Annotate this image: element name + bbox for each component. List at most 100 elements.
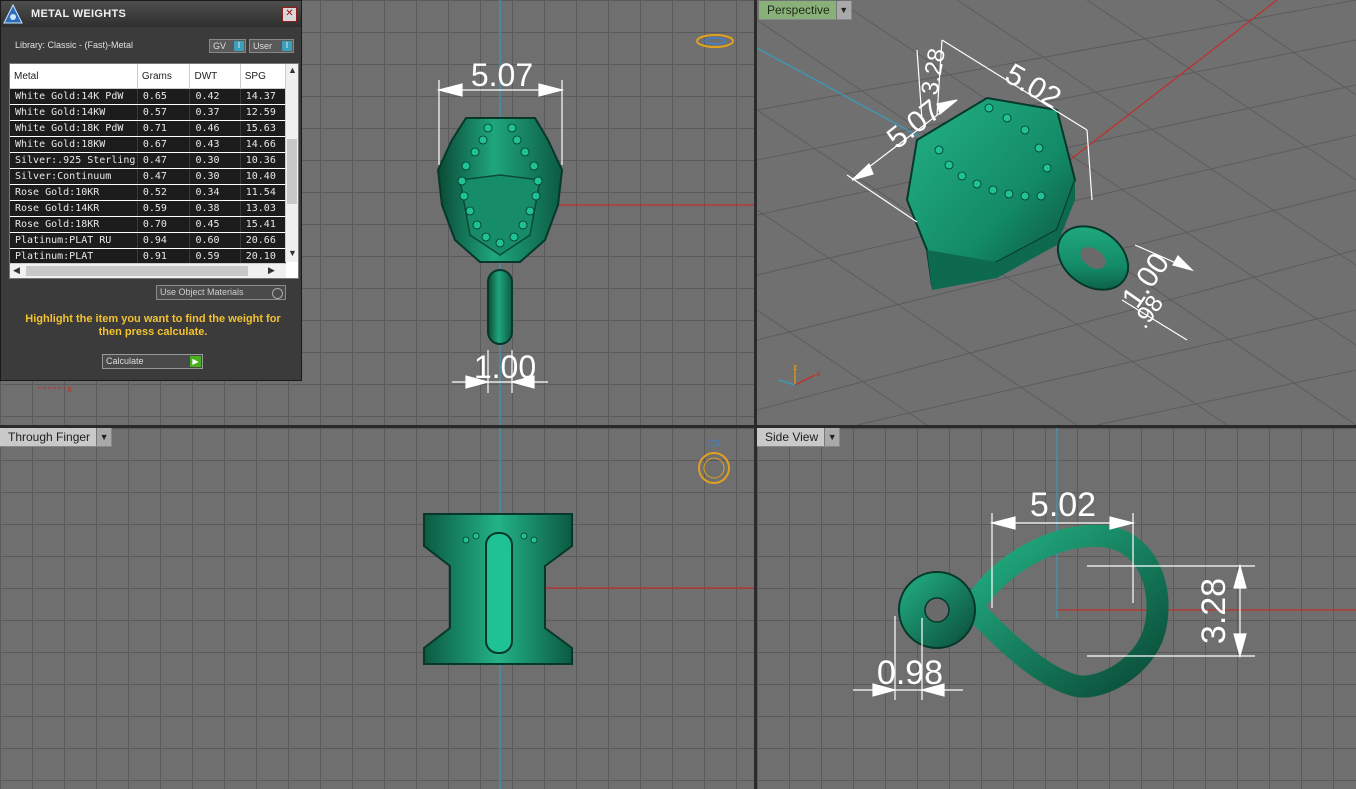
- cell-spg: 15.41: [240, 216, 287, 233]
- ring-gizmo-icon: [696, 34, 734, 48]
- table-row[interactable]: Platinum:PLAT RU 0.94 0.60 20.66: [10, 232, 287, 249]
- table-row[interactable]: Silver:.925 Sterling 0.47 0.30 10.36: [10, 152, 287, 169]
- cell-metal: Rose Gold:10KR: [10, 184, 138, 201]
- cell-grams: 0.94: [137, 232, 191, 249]
- perspective-canvas: 5.07 5.02 3.28 1.00 .98 z x: [757, 0, 1356, 425]
- chevron-down-icon[interactable]: ▼: [835, 1, 851, 19]
- play-icon: ▶: [190, 356, 201, 367]
- cell-spg: 10.36: [240, 152, 287, 169]
- scroll-down-icon[interactable]: ▼: [288, 248, 297, 258]
- gv-label: GV: [213, 41, 227, 51]
- cell-spg: 14.66: [240, 136, 287, 153]
- library-label: Library: Classic - (Fast)-Metal: [15, 40, 134, 50]
- app-logo-icon: [1, 1, 25, 27]
- svg-text:z: z: [793, 362, 798, 372]
- through-finger-label: Through Finger: [8, 430, 91, 444]
- user-label: User: [253, 41, 273, 51]
- chevron-down-icon[interactable]: ▼: [96, 428, 112, 446]
- pendant-loop: [957, 524, 1169, 698]
- scroll-up-icon[interactable]: ▲: [288, 65, 297, 75]
- viewport-label-side-view[interactable]: Side View ▼: [757, 428, 841, 447]
- cell-metal: Silver:Continuum: [10, 168, 138, 185]
- scroll-thumb[interactable]: [287, 139, 297, 204]
- column-header-spg[interactable]: SPG: [240, 64, 287, 89]
- toggle-icon: I: [234, 41, 244, 51]
- table-row[interactable]: White Gold:14KW 0.57 0.37 12.59: [10, 104, 287, 121]
- cell-grams: 0.70: [137, 216, 191, 233]
- metal-table[interactable]: Metal Grams DWT SPG White Gold:14K PdW 0.…: [9, 63, 299, 279]
- table-row[interactable]: White Gold:18KW 0.67 0.43 14.66: [10, 136, 287, 153]
- table-row[interactable]: White Gold:14K PdW 0.65 0.42 14.37: [10, 88, 287, 105]
- cell-dwt: 0.43: [189, 136, 241, 153]
- user-toggle[interactable]: User I: [249, 39, 294, 53]
- cell-grams: 0.47: [137, 168, 191, 185]
- finger-view-canvas: [423, 428, 754, 789]
- panel-titlebar[interactable]: METAL WEIGHTS ✕: [1, 1, 301, 27]
- viewport-label-perspective[interactable]: Perspective ▼: [759, 1, 852, 20]
- perspective-viewport[interactable]: 5.07 5.02 3.28 1.00 .98 z x Perspective …: [757, 0, 1356, 425]
- cell-spg: 11.54: [240, 184, 287, 201]
- side-width-label: 5.02: [1030, 486, 1096, 524]
- cell-grams: 0.71: [137, 120, 191, 137]
- hint-text: Highlight the item you want to find the …: [25, 313, 281, 338]
- side-view-label: Side View: [765, 430, 819, 444]
- cell-dwt: 0.30: [189, 152, 241, 169]
- gv-toggle[interactable]: GV I: [209, 39, 246, 53]
- cell-metal: Rose Gold:14KR: [10, 200, 138, 217]
- cell-metal: Silver:.925 Sterling: [10, 152, 138, 169]
- cell-grams: 0.65: [137, 88, 191, 105]
- bail: [485, 532, 513, 654]
- viewport-label-through-finger[interactable]: Through Finger ▼: [0, 428, 113, 447]
- table-row[interactable]: Silver:Continuum 0.47 0.30 10.40: [10, 168, 287, 185]
- column-header-dwt[interactable]: DWT: [189, 64, 241, 89]
- cell-metal: Platinum:PLAT RU: [10, 232, 138, 249]
- top-width-label: 5.07: [471, 57, 533, 93]
- cell-dwt: 0.37: [189, 104, 241, 121]
- cell-grams: 0.57: [137, 104, 191, 121]
- column-header-grams[interactable]: Grams: [137, 64, 191, 89]
- side-bail-label: 0.98: [877, 654, 943, 692]
- svg-text:x: x: [816, 368, 821, 378]
- perspective-label: Perspective: [767, 3, 830, 17]
- cell-grams: 0.67: [137, 136, 191, 153]
- horizontal-scrollbar[interactable]: ◀ ▶: [10, 263, 286, 278]
- cell-spg: 20.66: [240, 232, 287, 249]
- cell-dwt: 0.30: [189, 168, 241, 185]
- table-row[interactable]: White Gold:18K PdW 0.71 0.46 15.63: [10, 120, 287, 137]
- table-header-row: Metal Grams DWT SPG: [10, 64, 287, 89]
- vertical-scrollbar[interactable]: ▲ ▼: [285, 64, 298, 262]
- svg-text:x: x: [67, 384, 72, 395]
- scroll-left-icon[interactable]: ◀: [13, 265, 20, 276]
- scroll-thumb[interactable]: [26, 266, 248, 276]
- cell-spg: 14.37: [240, 88, 287, 105]
- side-viewport[interactable]: 5.02 3.28 0.98 Side View ▼: [757, 428, 1356, 789]
- cell-dwt: 0.42: [189, 88, 241, 105]
- table-row[interactable]: Rose Gold:10KR 0.52 0.34 11.54: [10, 184, 287, 201]
- panel-title: METAL WEIGHTS: [31, 8, 127, 20]
- cell-dwt: 0.45: [189, 216, 241, 233]
- use-object-materials-option[interactable]: Use Object Materials: [156, 285, 286, 300]
- scroll-right-icon[interactable]: ▶: [268, 265, 275, 276]
- radio-icon[interactable]: [272, 288, 283, 299]
- close-icon[interactable]: ✕: [282, 7, 297, 22]
- cell-dwt: 0.46: [189, 120, 241, 137]
- metal-weights-panel: METAL WEIGHTS ✕ Library: Classic - (Fast…: [0, 0, 302, 381]
- cell-metal: White Gold:14K PdW: [10, 88, 138, 105]
- top-viewport[interactable]: 5.07 1.00 x METAL WEIGHTS ✕ Library: Cla…: [0, 0, 754, 425]
- calculate-button[interactable]: Calculate ▶: [102, 354, 203, 369]
- table-row[interactable]: Rose Gold:18KR 0.70 0.45 15.41: [10, 216, 287, 233]
- side-height-label: 3.28: [1195, 578, 1233, 644]
- table-row[interactable]: Rose Gold:14KR 0.59 0.38 13.03: [10, 200, 287, 217]
- cell-dwt: 0.38: [189, 200, 241, 217]
- toggle-icon: I: [282, 41, 292, 51]
- cell-grams: 0.47: [137, 152, 191, 169]
- cell-spg: 10.40: [240, 168, 287, 185]
- side-view-canvas: 5.02 3.28 0.98: [853, 428, 1356, 700]
- through-finger-viewport[interactable]: Through Finger ▼: [0, 428, 754, 789]
- cell-metal: White Gold:14KW: [10, 104, 138, 121]
- column-header-metal[interactable]: Metal: [10, 64, 138, 89]
- chevron-down-icon[interactable]: ▼: [824, 428, 840, 446]
- axis-tripod-icon: z x: [778, 362, 821, 386]
- cell-metal: Rose Gold:18KR: [10, 216, 138, 233]
- cell-spg: 15.63: [240, 120, 287, 137]
